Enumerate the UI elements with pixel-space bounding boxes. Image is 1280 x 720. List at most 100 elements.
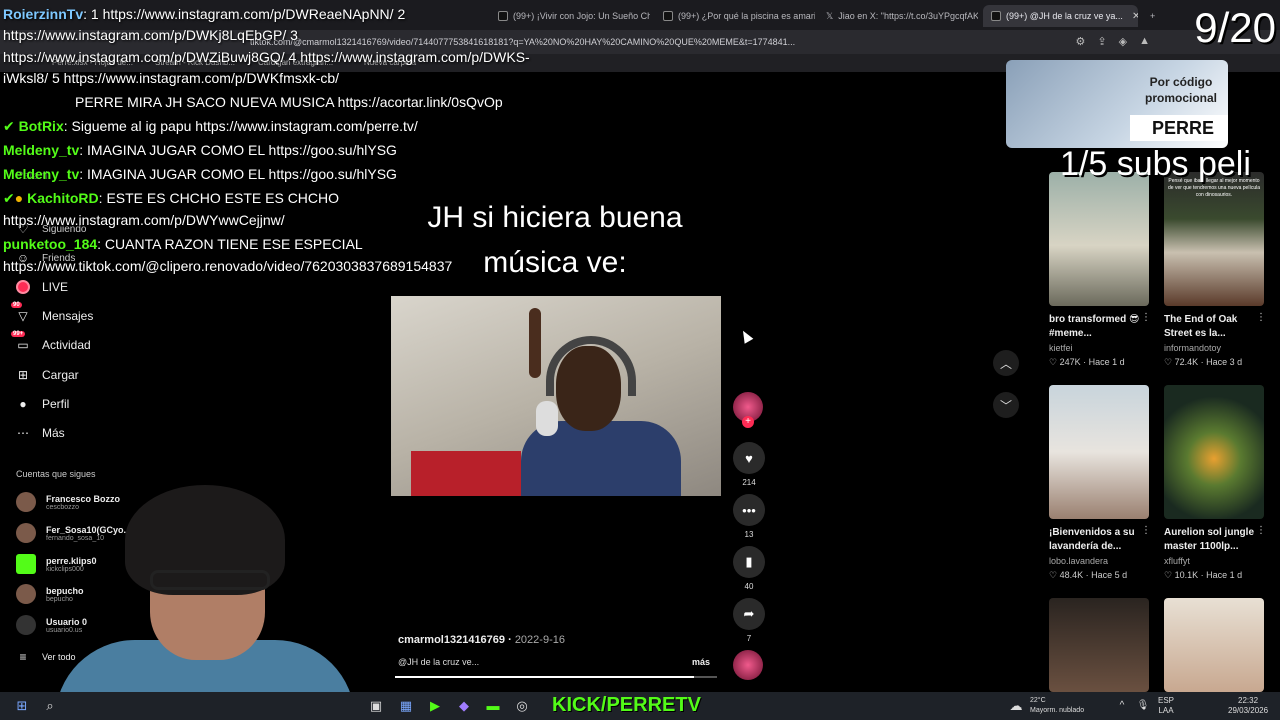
nav-mas[interactable]: ⋯ Más (16, 426, 65, 440)
share-arrow-icon: ➦ (733, 598, 765, 630)
search-icon[interactable]: ⌕ (42, 698, 58, 714)
chat-message: RoierzinnTv: 1 https://www.instagram.com… (3, 6, 406, 22)
profile-icon: ● (19, 397, 27, 411)
shield-icon[interactable]: ◈ (1119, 35, 1127, 48)
heart-icon: ♡ (1049, 357, 1058, 367)
x-icon: 𝕏 (826, 10, 834, 21)
chat-message: iWksl8/ 5 https://www.instagram.com/p/DW… (3, 70, 340, 86)
nav-perfil[interactable]: ● Perfil (16, 397, 69, 411)
video-author[interactable]: cmarmol1321416769 · 2022-9-16 (398, 634, 565, 646)
nav-mensajes[interactable]: ▽ 90 Mensajes (11, 302, 93, 323)
language-indicator[interactable]: ESP LAA (1158, 696, 1174, 716)
browser-tab[interactable]: 𝕏 Jiao en X: "https://t.co/3uYPgcqfAK" (818, 5, 978, 27)
video-thumbnail (1049, 172, 1149, 306)
chat-message: https://www.instagram.com/p/DWYwwCejjnw/ (3, 212, 285, 228)
heart-icon: ♡ (1049, 570, 1058, 580)
messages-icon: ▽ 90 (11, 302, 28, 323)
verified-icon: ✔ (3, 118, 15, 134)
video-progress-bar[interactable] (395, 676, 717, 678)
save-button[interactable]: ▮ 40 (733, 546, 765, 591)
video-player[interactable] (391, 296, 721, 496)
recommended-video[interactable]: ¡Bienvenidos a su lavandería de... lobo.… (1049, 385, 1151, 581)
subs-goal-text: 1/5 subs peli (1060, 145, 1251, 183)
mouse-cursor (738, 328, 754, 344)
like-button[interactable]: ♥ 214 (733, 442, 765, 487)
nav-actividad[interactable]: ▭ 99+ Actividad (11, 331, 91, 352)
comment-button[interactable]: ••• 13 (733, 494, 765, 539)
headphones (546, 336, 636, 396)
bookmark-icon: ▮ (733, 546, 765, 578)
app-icon[interactable]: ▶ (427, 698, 443, 714)
app-icon[interactable]: ◎ (514, 698, 530, 714)
heart-icon: ♡ (1164, 357, 1173, 367)
webcam-glasses (150, 570, 270, 590)
warning-icon[interactable]: ▲ (1139, 35, 1150, 48)
new-tab-button[interactable]: + (1142, 5, 1162, 27)
prev-video-button[interactable]: ︿ (993, 350, 1019, 376)
browser-tab-active[interactable]: (99+) @JH de la cruz ve ya... ✕ (983, 5, 1138, 27)
recommended-video[interactable]: Aurelion sol jungle master 1100lp... xfl… (1164, 385, 1266, 581)
recommended-video[interactable] (1164, 598, 1264, 692)
chat-message: punketoo_184: CUANTA RAZON TIENE ESE ESP… (3, 236, 363, 252)
browser-tab[interactable]: (99+) ¿Por qué la piscina es amarilla... (655, 5, 815, 27)
more-options-icon[interactable]: ⋮ (1141, 312, 1151, 323)
app-icon[interactable]: ◆ (456, 698, 472, 714)
recommended-video[interactable]: bro transformed 😎 #meme... kietfei ♡ 247… (1049, 172, 1151, 368)
close-icon[interactable]: ✕ (1132, 11, 1138, 22)
nav-live[interactable]: LIVE (16, 280, 68, 294)
more-link[interactable]: más (692, 657, 710, 667)
share-icon[interactable]: ⇪ (1097, 35, 1106, 48)
chat-message: Meldeny_tv: IMAGINA JUGAR COMO EL https:… (3, 166, 397, 182)
more-icon: ⋯ (17, 426, 29, 440)
progress-fill (395, 676, 695, 678)
app-icon[interactable]: ▦ (398, 698, 414, 714)
mic-icon[interactable]: 🎙 (1135, 698, 1151, 714)
chat-message: https://www.instagram.com/p/DWZiBuwj8GQ/… (3, 49, 530, 65)
url-field[interactable]: tiktok.com/@cmarmol1321416769/video/7144… (250, 34, 850, 50)
red-equipment (411, 451, 521, 496)
chat-message: ✔● KachitoRD: ESTE ES CHCHO ESTE ES CHCH… (3, 190, 340, 206)
kick-avatar (16, 554, 36, 574)
app-icon[interactable]: ▣ (368, 698, 384, 714)
windows-taskbar: ⊞ ⌕ ▣ ▦ ▶ ◆ ▬ ◎ KICK/PERRETV ☁ 22°C Mayor… (0, 692, 1280, 720)
avatar (16, 492, 36, 512)
weather-widget[interactable]: 22°C Mayorm. nublado (1030, 696, 1084, 716)
extensions-icon[interactable]: ⚙ (1076, 35, 1086, 48)
avatar (16, 584, 36, 604)
upload-icon: ⊞ (17, 368, 29, 382)
recommended-video[interactable] (1049, 598, 1149, 692)
browser-toolbar: ⚙ ⇪ ◈ ▲ (1076, 35, 1150, 48)
more-options-icon[interactable]: ⋮ (1256, 312, 1266, 323)
list-icon: ≡ (19, 650, 27, 664)
nav-cargar[interactable]: ⊞ Cargar (16, 368, 79, 382)
video-thumbnail (1164, 598, 1264, 692)
creator-avatar-button[interactable]: + (733, 392, 765, 428)
browser-tab[interactable]: (99+) ¡Vivir con Jojo: Un Sueño Chile... (490, 5, 650, 27)
more-options-icon[interactable]: ⋮ (1141, 525, 1151, 536)
clock[interactable]: 22:32 29/03/2026 (1228, 696, 1268, 716)
video-thumbnail (1049, 598, 1149, 692)
video-thumbnail: Pensé que iba a llegar al mejor momento … (1164, 172, 1264, 306)
music-disc-button[interactable] (733, 650, 765, 680)
microphone (536, 401, 558, 436)
video-thumbnail (1164, 385, 1264, 519)
kick-brand-overlay: KICK/PERRETV (552, 694, 701, 716)
next-video-button[interactable]: ﹀ (993, 392, 1019, 418)
promo-label: Por código promocional (1144, 75, 1217, 105)
app-icon[interactable]: ▬ (485, 698, 501, 714)
video-thumbnail (1049, 385, 1149, 519)
windows-start-icon[interactable]: ⊞ (14, 698, 30, 714)
avatar: + (733, 392, 763, 428)
chat-message: Meldeny_tv: IMAGINA JUGAR COMO EL https:… (3, 142, 397, 158)
music-disc-icon (733, 650, 763, 680)
badge-icon: ● (14, 190, 24, 206)
follow-plus-icon[interactable]: + (742, 416, 754, 428)
chevron-down-icon: ﹀ (999, 398, 1012, 413)
recommended-video[interactable]: Pensé que iba a llegar al mejor momento … (1164, 172, 1266, 368)
chat-message: https://www.instagram.com/p/DWKj8LqEbGP/… (3, 27, 298, 43)
chevron-up-icon[interactable]: ^ (1114, 698, 1130, 714)
share-button[interactable]: ➦ 7 (733, 598, 765, 643)
following-section-title: Cuentas que sigues (16, 469, 96, 479)
live-icon (16, 280, 30, 294)
more-options-icon[interactable]: ⋮ (1256, 525, 1266, 536)
